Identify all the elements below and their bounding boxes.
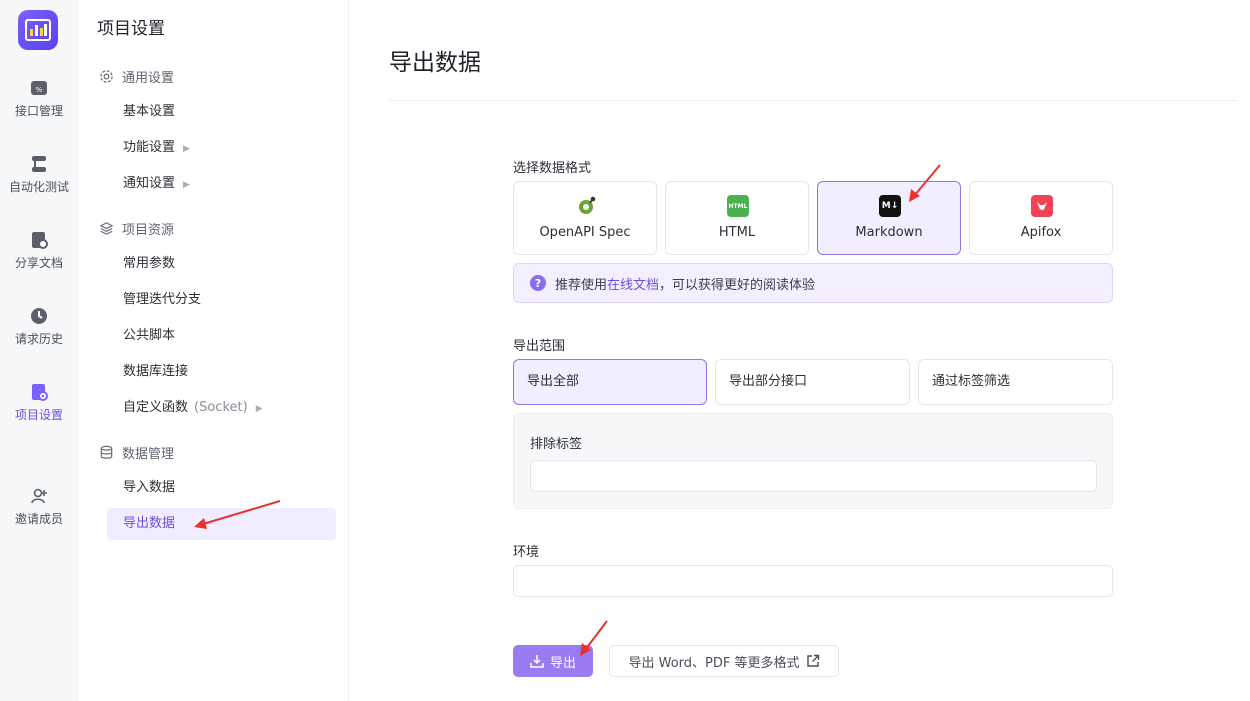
group-resources: 项目资源 [99,219,174,238]
export-button-label: 导出 [549,655,576,671]
scope-section-label: 导出范围 [513,339,566,354]
sidebar-item-notifications[interactable]: 通知设置 ▶ [107,168,336,200]
sidebar-item-import[interactable]: 导入数据 [107,472,336,504]
database-icon [100,445,113,459]
markdown-icon-badge: M↓ [881,201,899,211]
app-logo[interactable] [18,10,58,50]
markdown-icon: M↓ [879,195,901,217]
sidebar-item-custom-functions[interactable]: 自定义函数 (Socket) ▶ [107,392,336,424]
export-more-formats-button[interactable]: 导出 Word、PDF 等更多格式 [609,645,839,677]
sidebar-item-common-params[interactable]: 常用参数 [107,248,336,280]
tip-suffix: ，可以获得更好的阅读体验 [659,277,816,293]
sidebar-item-label: 基本设置 [123,104,176,119]
api-icon: % [31,81,47,95]
group-label: 数据管理 [122,447,175,462]
rail-label: 自动化测试 [8,180,69,194]
sidebar-item-label: 管理迭代分支 [123,292,202,307]
exclude-tags-label: 排除标签 [530,437,583,452]
format-option-html[interactable]: HTML HTML [665,181,809,255]
rail-item-invite[interactable]: 邀请成员 [0,486,78,527]
header-divider [389,100,1237,101]
exclude-tags-input[interactable] [530,460,1097,492]
settings-doc-icon [32,384,48,401]
icon-rail: % 接口管理 自动化测试 分享文档 请求历史 项目设置 邀请成员 [0,0,78,701]
group-data: 数据管理 [99,443,174,462]
format-section-label: 选择数据格式 [513,161,592,176]
rail-item-history[interactable]: 请求历史 [0,306,78,347]
sidebar-item-export[interactable]: 导出数据 [107,508,336,540]
rail-item-project-settings[interactable]: 项目设置 [0,382,78,423]
settings-sidebar: 项目设置 通用设置 基本设置 功能设置 ▶ 通知设置 ▶ 项目资源 常用参数 管理迭… [79,0,349,701]
export-more-label: 导出 Word、PDF 等更多格式 [628,655,800,671]
layers-icon [99,222,114,235]
caret-right-icon: ▶ [183,144,190,154]
question-icon: ? [530,275,546,291]
scope-option-all[interactable]: 导出全部 [513,359,707,405]
sidebar-item-suffix: (Socket) [194,400,248,415]
format-option-markdown[interactable]: M↓ Markdown [817,181,961,255]
rail-item-api[interactable]: % 接口管理 [0,78,78,119]
html-icon: HTML [727,195,749,217]
apifox-icon [1031,195,1053,217]
format-label: Markdown [855,225,923,240]
sidebar-item-label: 通知设置 [123,176,176,191]
sidebar-item-scripts[interactable]: 公共脚本 [107,320,336,352]
rail-label: 分享文档 [14,256,63,270]
sidebar-item-label: 功能设置 [123,140,176,155]
chart-logo-icon [25,19,51,41]
tip-prefix: 推荐使用 [555,277,608,293]
export-button[interactable]: 导出 [513,645,593,677]
group-general: 通用设置 [99,67,174,86]
sidebar-title: 项目设置 [97,19,165,39]
download-icon [530,655,544,668]
page-title: 导出数据 [389,50,481,76]
invite-user-icon [31,488,47,504]
rail-item-share-doc[interactable]: 分享文档 [0,230,78,271]
share-doc-icon [32,232,48,249]
sidebar-item-label: 导出数据 [123,516,176,531]
openapi-icon [575,195,597,217]
rail-label: 接口管理 [14,104,63,118]
format-label: HTML [718,225,756,240]
group-label: 通用设置 [122,71,175,86]
main-content: 导出数据 选择数据格式 OpenAPI Spec HTML HTML M↓ Ma… [350,0,1250,701]
scope-option-by-tag[interactable]: 通过标签筛选 [918,359,1113,405]
recommendation-tip: ? 推荐使用 在线文档 ，可以获得更好的阅读体验 [513,263,1113,303]
sidebar-item-label: 常用参数 [123,256,176,271]
caret-right-icon: ▶ [255,404,263,414]
sidebar-item-basic[interactable]: 基本设置 [107,96,336,128]
sidebar-item-label: 公共脚本 [123,328,176,343]
sidebar-item-label: 导入数据 [123,480,176,495]
sidebar-item-database[interactable]: 数据库连接 [107,356,336,388]
html-icon-badge: HTML [728,202,748,210]
sidebar-item-label: 自定义函数 [123,400,189,415]
format-option-apifox[interactable]: Apifox [969,181,1113,255]
rail-label: 邀请成员 [14,512,63,526]
exclude-tags-panel: 排除标签 [513,413,1113,509]
svg-text:%: % [36,86,43,94]
format-label: Apifox [1020,225,1062,240]
caret-right-icon: ▶ [183,180,190,190]
environment-select[interactable] [513,565,1113,597]
rail-item-automation[interactable]: 自动化测试 [0,154,78,195]
history-icon [31,308,47,324]
group-label: 项目资源 [122,223,175,238]
env-section-label: 环境 [513,545,540,560]
gear-icon [100,70,113,83]
sidebar-item-branches[interactable]: 管理迭代分支 [107,284,336,316]
automation-icon [32,156,46,172]
rail-label: 项目设置 [14,408,63,422]
rail-label: 请求历史 [14,332,63,346]
sidebar-item-features[interactable]: 功能设置 ▶ [107,132,336,164]
scope-option-partial[interactable]: 导出部分接口 [715,359,910,405]
sidebar-item-label: 数据库连接 [123,364,189,379]
online-doc-link[interactable]: 在线文档 [607,274,659,293]
format-label: OpenAPI Spec [539,225,631,240]
format-option-openapi[interactable]: OpenAPI Spec [513,181,657,255]
external-link-icon [806,654,819,667]
